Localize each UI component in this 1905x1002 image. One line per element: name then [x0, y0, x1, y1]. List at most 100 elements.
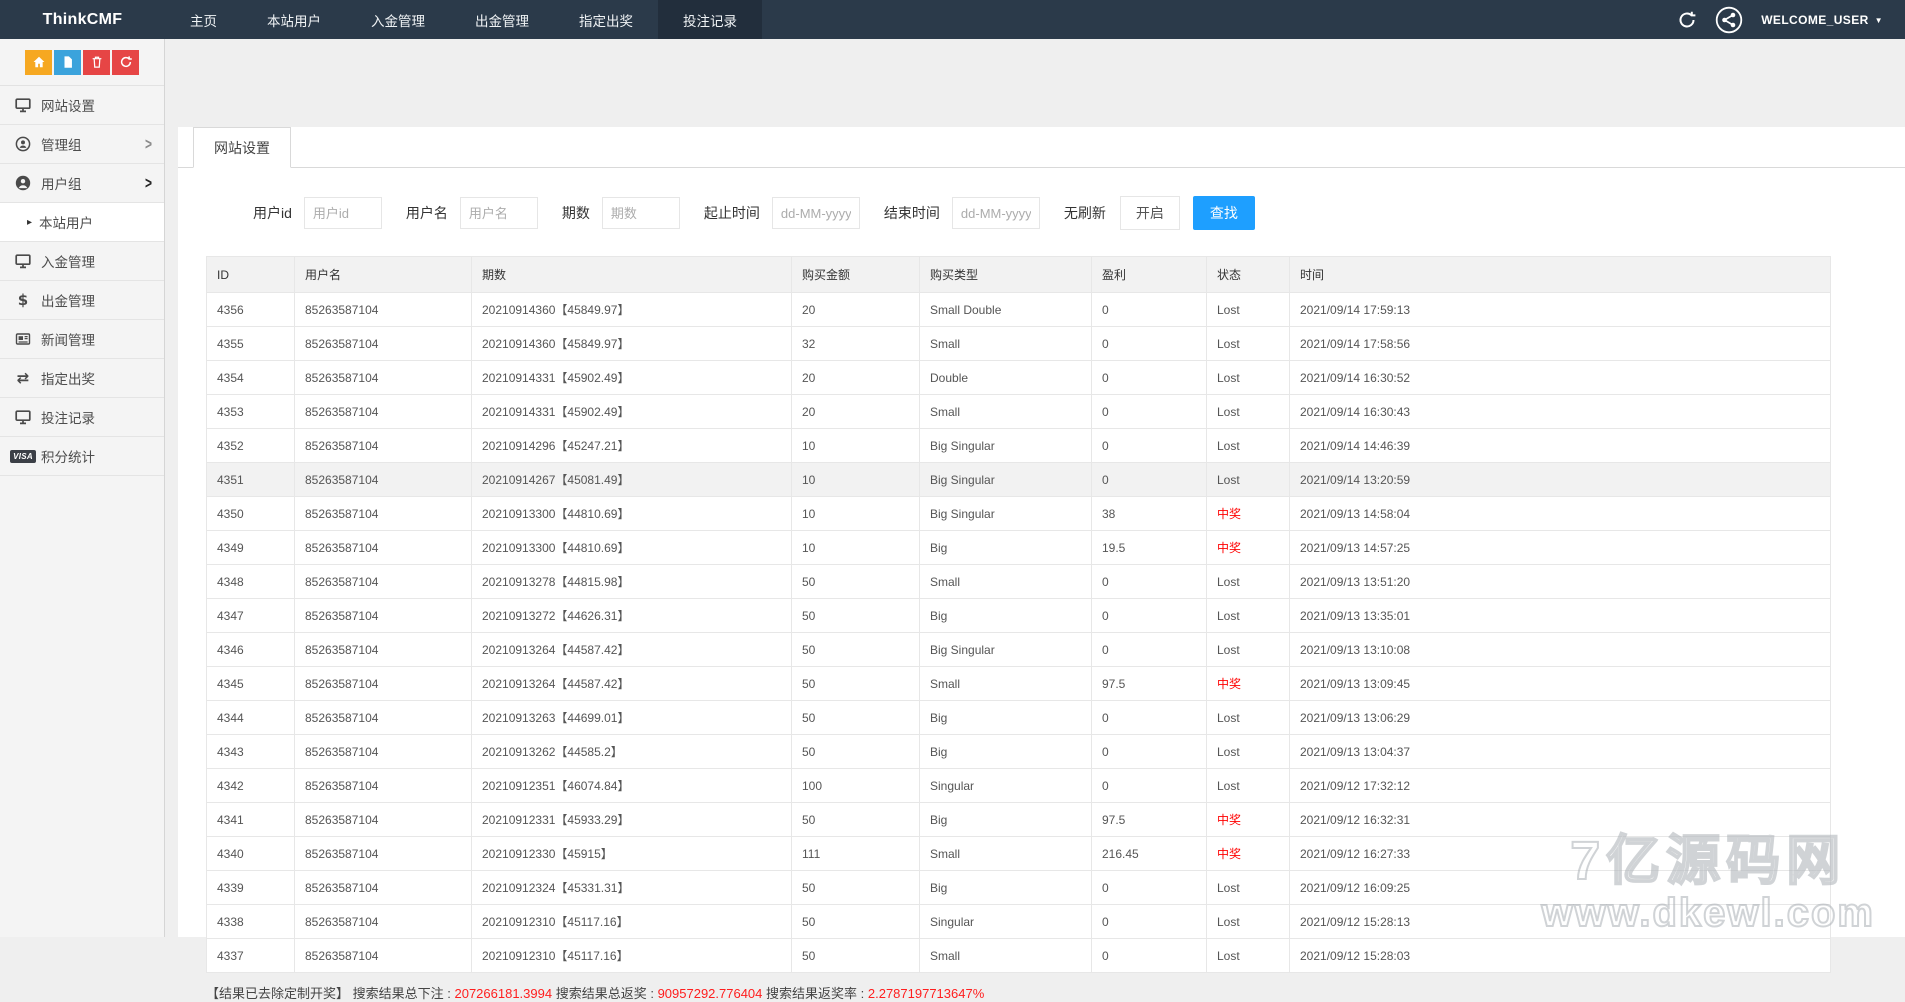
no-refresh-toggle-button[interactable]: 开启: [1120, 196, 1180, 230]
cell-id: 4353: [207, 395, 295, 429]
sidebar-item-bet-records[interactable]: 投注记录: [0, 398, 164, 437]
cell-amount: 50: [792, 633, 920, 667]
summary-prefix: 【结果已去除定制开奖】: [206, 986, 349, 1001]
cell-amount: 50: [792, 599, 920, 633]
sidebar-item-website-settings[interactable]: 网站设置: [0, 86, 164, 125]
nav-item-deposit-management[interactable]: 入金管理: [346, 0, 450, 39]
cell-username: 85263587104: [295, 429, 472, 463]
end-time-input[interactable]: [952, 197, 1040, 229]
user-id-input[interactable]: [304, 197, 382, 229]
nav-item-site-users[interactable]: 本站用户: [242, 0, 346, 39]
cell-time: 2021/09/12 16:27:33: [1290, 837, 1831, 871]
sidebar-item-user-group[interactable]: 用户组>: [0, 164, 164, 203]
table-row: 43438526358710420210913262【44585.2】50Big…: [207, 735, 1831, 769]
cell-username: 85263587104: [295, 327, 472, 361]
cell-status: Lost: [1207, 939, 1290, 973]
cell-profit: 0: [1092, 735, 1207, 769]
cell-status: Lost: [1207, 361, 1290, 395]
cell-time: 2021/09/14 17:59:13: [1290, 293, 1831, 327]
cell-period: 20210914267【45081.49】: [472, 463, 792, 497]
desktop-icon: [14, 96, 32, 114]
cell-id: 4344: [207, 701, 295, 735]
cell-period: 20210914331【45902.49】: [472, 361, 792, 395]
table-row: 43378526358710420210912310【45117.16】50Sm…: [207, 939, 1831, 973]
cell-type: Double: [920, 361, 1092, 395]
cell-username: 85263587104: [295, 395, 472, 429]
cell-status: Lost: [1207, 735, 1290, 769]
sidebar-item-admin-group[interactable]: 管理组>: [0, 125, 164, 164]
sidebar-item-site-users[interactable]: ▸本站用户: [0, 203, 164, 242]
cell-username: 85263587104: [295, 497, 472, 531]
nav-item-bet-records[interactable]: 投注记录: [658, 0, 762, 39]
main-area: 网站设置 用户id 用户名 期数 起止时间 结束时间 无: [165, 39, 1905, 937]
cell-time: 2021/09/13 14:57:25: [1290, 531, 1831, 565]
cell-profit: 97.5: [1092, 667, 1207, 701]
payout-rate-value: 2.2787197713647%: [868, 986, 984, 1001]
nav-item-assign-lottery[interactable]: 指定出奖: [554, 0, 658, 39]
sidebar: 网站设置管理组>用户组>▸本站用户入金管理 $出金管理新闻管理⇄指定出奖投注记录V…: [0, 39, 165, 937]
cell-period: 20210914331【45902.49】: [472, 395, 792, 429]
cell-status: 中奖: [1207, 497, 1290, 531]
search-button[interactable]: 查找: [1193, 196, 1255, 230]
chevron-right-icon: >: [145, 173, 152, 193]
sidebar-item-points-statistics[interactable]: VISA积分统计: [0, 437, 164, 476]
cell-id: 4348: [207, 565, 295, 599]
nav-item-home[interactable]: 主页: [165, 0, 242, 39]
home-icon: [32, 55, 46, 69]
cell-amount: 111: [792, 837, 920, 871]
cell-id: 4355: [207, 327, 295, 361]
brand-logo[interactable]: ThinkCMF: [0, 0, 165, 39]
cell-username: 85263587104: [295, 361, 472, 395]
cell-time: 2021/09/12 15:28:13: [1290, 905, 1831, 939]
table-row: 43558526358710420210914360【45849.97】32Sm…: [207, 327, 1831, 361]
tab-bar: 网站设置: [178, 127, 1905, 168]
cell-id: 4338: [207, 905, 295, 939]
table-row: 43468526358710420210913264【44587.42】50Bi…: [207, 633, 1831, 667]
cell-amount: 50: [792, 701, 920, 735]
username-input[interactable]: [460, 197, 538, 229]
cell-time: 2021/09/12 15:28:03: [1290, 939, 1831, 973]
cell-profit: 97.5: [1092, 803, 1207, 837]
cell-period: 20210913278【44815.98】: [472, 565, 792, 599]
period-input[interactable]: [602, 197, 680, 229]
sidebar-item-withdrawal-management[interactable]: $出金管理: [0, 281, 164, 320]
cell-amount: 50: [792, 565, 920, 599]
table-row: 43388526358710420210912310【45117.16】50Si…: [207, 905, 1831, 939]
cell-status: Lost: [1207, 871, 1290, 905]
tab-website-settings[interactable]: 网站设置: [193, 127, 291, 168]
nav-item-withdrawal-management[interactable]: 出金管理: [450, 0, 554, 39]
sidebar-item-label: 入金管理: [41, 251, 95, 271]
toolbar-trash-button[interactable]: [83, 50, 110, 75]
cell-profit: 19.5: [1092, 531, 1207, 565]
start-time-input[interactable]: [772, 197, 860, 229]
table-row: 43518526358710420210914267【45081.49】10Bi…: [207, 463, 1831, 497]
avatar[interactable]: [1715, 6, 1743, 34]
cell-id: 4342: [207, 769, 295, 803]
cell-type: Big: [920, 803, 1092, 837]
cell-id: 4351: [207, 463, 295, 497]
sidebar-item-deposit-management[interactable]: 入金管理: [0, 242, 164, 281]
cell-status: 中奖: [1207, 531, 1290, 565]
refresh-icon[interactable]: [1677, 10, 1697, 30]
cell-period: 20210914360【45849.97】: [472, 293, 792, 327]
sidebar-item-news-management[interactable]: 新闻管理: [0, 320, 164, 359]
toolbar-refresh-button[interactable]: [112, 50, 139, 75]
toolbar-home-button[interactable]: [25, 50, 52, 75]
cell-type: Small: [920, 565, 1092, 599]
cell-id: 4337: [207, 939, 295, 973]
cell-username: 85263587104: [295, 803, 472, 837]
top-nav: 主页本站用户入金管理出金管理指定出奖投注记录: [165, 0, 762, 39]
cell-period: 20210912324【45331.31】: [472, 871, 792, 905]
table-row: 43458526358710420210913264【44587.42】50Sm…: [207, 667, 1831, 701]
cell-type: Singular: [920, 769, 1092, 803]
sidebar-item-assign-lottery[interactable]: ⇄指定出奖: [0, 359, 164, 398]
cell-type: Small: [920, 667, 1092, 701]
cell-status: Lost: [1207, 429, 1290, 463]
total-bet-value: 207266181.3994: [454, 986, 552, 1001]
cell-amount: 50: [792, 803, 920, 837]
user-menu[interactable]: WELCOME_USER ▼: [1761, 13, 1883, 27]
cell-id: 4345: [207, 667, 295, 701]
toolbar-file-button[interactable]: [54, 50, 81, 75]
cell-amount: 32: [792, 327, 920, 361]
records-tbody: 43568526358710420210914360【45849.97】20Sm…: [207, 293, 1831, 973]
